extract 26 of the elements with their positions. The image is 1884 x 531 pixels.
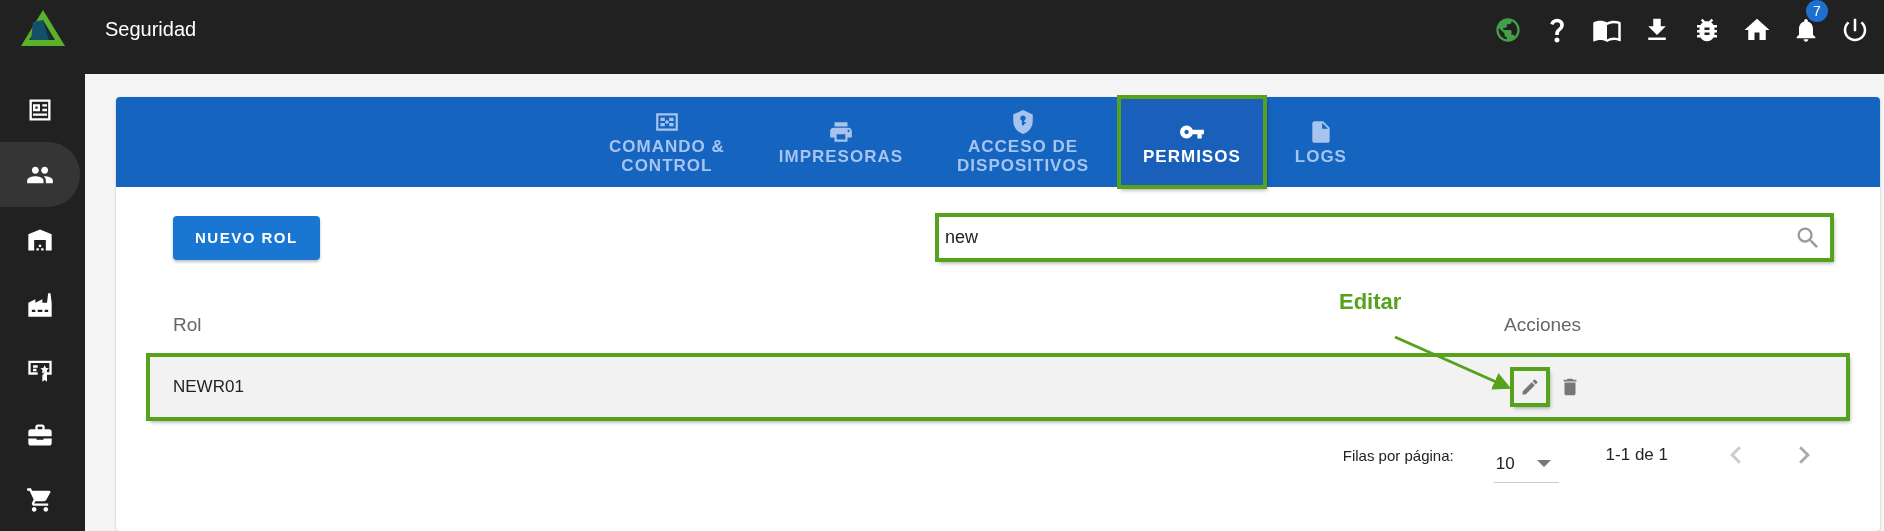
tab[interactable]: IMPRESORAS: [754, 97, 928, 187]
new-role-button[interactable]: NUEVO ROL: [173, 215, 320, 260]
column-header: Acciones: [1504, 314, 1582, 336]
table-row[interactable]: NEWR01: [148, 355, 1848, 419]
page-title: Seguridad: [105, 17, 198, 41]
rows-per-page-label: Filas por página:: [1342, 446, 1454, 464]
notification-badge: 7: [1806, 0, 1828, 22]
tab[interactable]: COMANDO & CONTROL: [585, 97, 749, 187]
chevron-right-icon: [1799, 446, 1810, 464]
factory-icon: [26, 290, 54, 319]
globe-icon[interactable]: [1494, 16, 1522, 44]
caret-icon: [1536, 460, 1551, 467]
pencil-icon: [1520, 377, 1540, 397]
annotation-label: Editar: [1339, 289, 1402, 315]
column-header: Rol: [173, 314, 203, 336]
tab[interactable]: LOGS: [1270, 97, 1371, 187]
tab[interactable]: ACCESO DE DISPOSITIVOS: [933, 97, 1114, 187]
rows-per-page-select[interactable]: 10: [1493, 445, 1559, 483]
table-cell: NEWR01: [173, 377, 244, 397]
edit-button[interactable]: [1512, 369, 1548, 405]
tab[interactable]: PERMISOS: [1119, 97, 1265, 187]
chevron-left-icon: [1730, 446, 1741, 464]
page-range: 1-1 de 1: [1605, 445, 1668, 465]
sidebar-item[interactable]: [0, 142, 80, 207]
search-field[interactable]: new: [937, 215, 1832, 260]
logo[interactable]: [18, 8, 67, 48]
